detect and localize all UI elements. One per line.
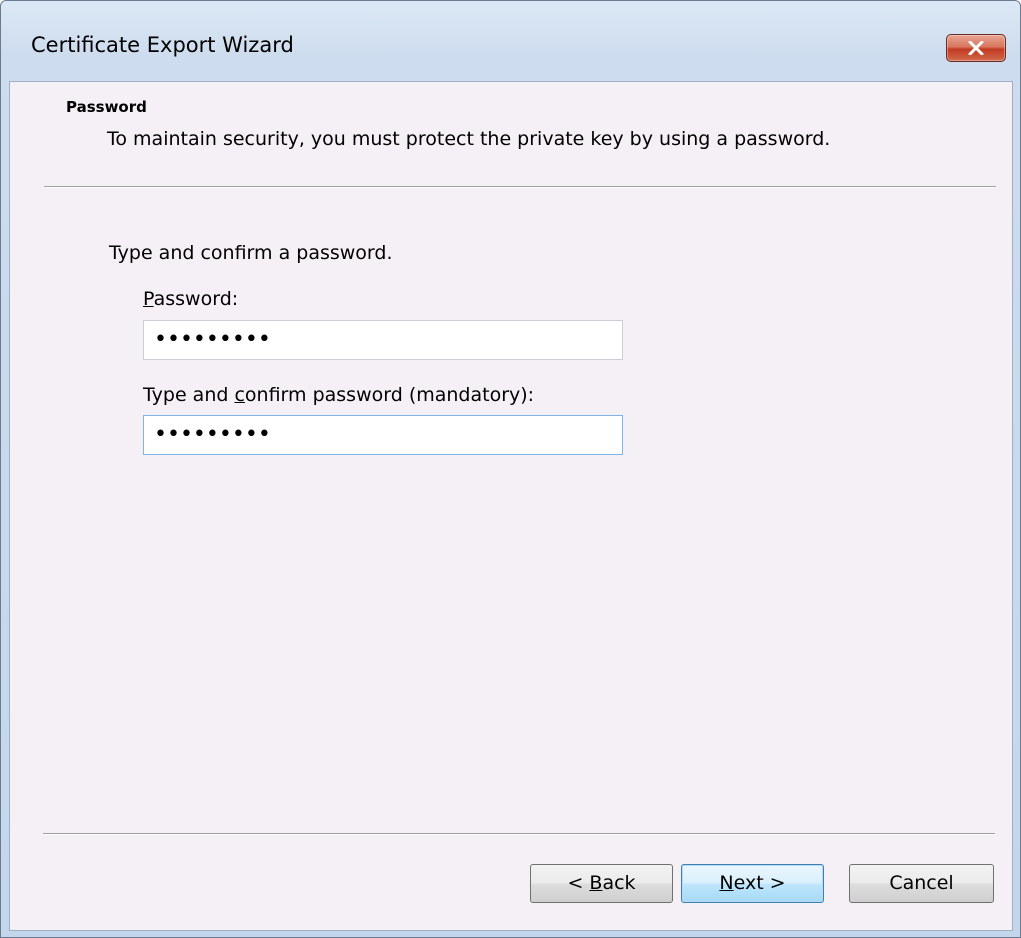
password-label-mnemonic: P [143, 288, 154, 310]
cancel-button[interactable]: Cancel [849, 864, 994, 903]
confirm-label-mnemonic: c [234, 384, 245, 406]
page-description: To maintain security, you must protect t… [107, 128, 831, 150]
confirm-password-label: Type and confirm password (mandatory): [143, 384, 534, 406]
back-button-prefix: < [567, 872, 590, 894]
close-icon [968, 41, 984, 55]
back-button-mnemonic: B [589, 872, 603, 894]
dialog-window: Certificate Export Wizard Password To ma… [0, 0, 1021, 938]
password-input[interactable]: ••••••••• [143, 320, 623, 360]
next-button-label: ext > [733, 872, 786, 894]
window-title: Certificate Export Wizard [31, 33, 294, 57]
back-button-label: ack [602, 872, 636, 894]
password-label: Password: [143, 288, 238, 310]
back-button[interactable]: < Back [530, 864, 673, 903]
confirm-label-text: onfirm password (mandatory): [244, 384, 535, 406]
cancel-button-label: Cancel [889, 872, 954, 894]
password-value: ••••••••• [154, 327, 271, 352]
password-label-text: assword: [153, 288, 239, 310]
next-button-mnemonic: N [719, 872, 734, 894]
title-bar[interactable]: Certificate Export Wizard [1, 1, 1020, 81]
confirm-label-pre: Type and [143, 384, 235, 406]
confirm-password-value: ••••••••• [154, 422, 271, 447]
instruction-text: Type and confirm a password. [109, 242, 393, 264]
footer-divider [43, 833, 995, 835]
next-button[interactable]: Next > [681, 864, 824, 903]
confirm-password-input[interactable]: ••••••••• [143, 415, 623, 455]
wizard-content: Password To maintain security, you must … [9, 81, 1013, 931]
header-divider [44, 186, 996, 188]
page-title: Password [66, 98, 147, 116]
close-button[interactable] [946, 34, 1006, 62]
